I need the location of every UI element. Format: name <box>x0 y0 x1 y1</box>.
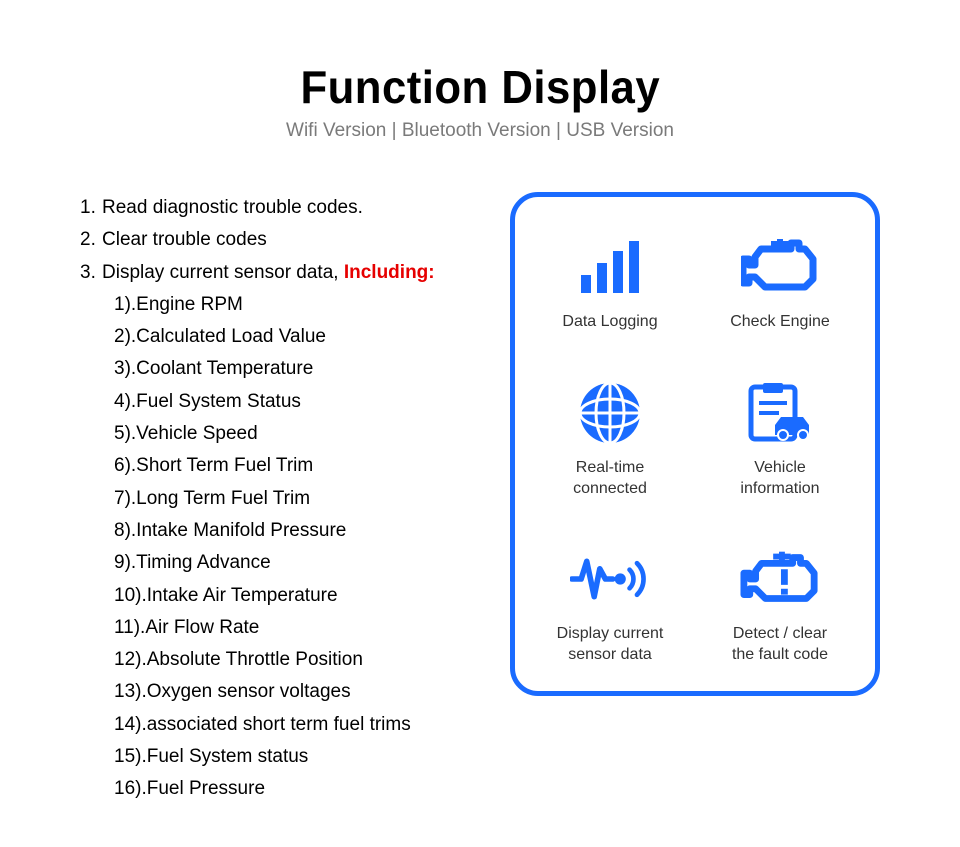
sub-item: 5).Vehicle Speed <box>114 418 490 450</box>
tile-label-line: connected <box>573 480 647 497</box>
bars-icon <box>570 232 650 302</box>
list-text: Read diagnostic trouble codes. <box>102 192 363 224</box>
list-item-2: 2. Clear trouble codes <box>80 224 490 256</box>
engine-warning-icon <box>740 544 820 614</box>
tile-label-line: sensor data <box>568 646 652 663</box>
list-text-plain: Display current sensor data, <box>102 262 344 283</box>
sub-item: 16).Fuel Pressure <box>114 773 490 805</box>
globe-icon <box>570 378 650 448</box>
sub-item: 9).Timing Advance <box>114 547 490 579</box>
list-item-3: 3. Display current sensor data, Includin… <box>80 257 490 289</box>
tile-data-logging: Data Logging <box>530 232 690 333</box>
list-num: 2. <box>80 224 102 256</box>
sub-item: 12).Absolute Throttle Position <box>114 644 490 676</box>
sub-item: 6).Short Term Fuel Trim <box>114 450 490 482</box>
tile-label: Real-time connected <box>573 458 647 500</box>
list-item-1: 1. Read diagnostic trouble codes. <box>80 192 490 224</box>
sub-item: 10).Intake Air Temperature <box>114 580 490 612</box>
page: Function Display Wifi Version | Bluetoot… <box>0 0 960 847</box>
tile-label-line: Display current <box>557 625 664 642</box>
tile-label: Vehicle information <box>740 458 819 500</box>
page-subtitle: Wifi Version | Bluetooth Version | USB V… <box>0 120 960 142</box>
tile-label: Data Logging <box>562 312 657 333</box>
feature-card: Data Logging Check Engine <box>510 192 880 696</box>
tile-label-line: Vehicle <box>754 459 806 476</box>
tile-label: Detect / clear the fault code <box>732 624 828 666</box>
function-list: 1. Read diagnostic trouble codes. 2. Cle… <box>80 192 490 806</box>
tile-label-line: the fault code <box>732 646 828 663</box>
tile-sensor-data: Display current sensor data <box>530 544 690 666</box>
tile-label-line: Real-time <box>576 459 644 476</box>
sensor-sublist: 1).Engine RPM 2).Calculated Load Value 3… <box>114 289 490 806</box>
sub-item: 13).Oxygen sensor voltages <box>114 676 490 708</box>
page-title: Function Display <box>300 60 660 114</box>
including-highlight: Including: <box>344 262 435 283</box>
list-num: 3. <box>80 257 102 289</box>
feature-grid: Data Logging Check Engine <box>530 232 860 666</box>
sub-item: 1).Engine RPM <box>114 289 490 321</box>
tile-label-line: information <box>740 480 819 497</box>
tile-check-engine: Check Engine <box>700 232 860 333</box>
tile-label-line: Detect / clear <box>733 625 827 642</box>
tile-vehicle-info: Vehicle information <box>700 378 860 500</box>
tile-label: Check Engine <box>730 312 830 333</box>
header: Function Display Wifi Version | Bluetoot… <box>0 60 960 142</box>
sub-item: 4).Fuel System Status <box>114 386 490 418</box>
sub-item: 2).Calculated Load Value <box>114 321 490 353</box>
clipboard-car-icon <box>740 378 820 448</box>
sub-item: 15).Fuel System status <box>114 741 490 773</box>
tile-label: Display current sensor data <box>557 624 664 666</box>
sub-item: 14).associated short term fuel trims <box>114 709 490 741</box>
list-text: Clear trouble codes <box>102 224 267 256</box>
tile-fault-code: Detect / clear the fault code <box>700 544 860 666</box>
tile-realtime: Real-time connected <box>530 378 690 500</box>
pulse-signal-icon <box>570 544 650 614</box>
feature-panel: Data Logging Check Engine <box>510 192 880 806</box>
list-text: Display current sensor data, Including: <box>102 257 435 289</box>
content-row: 1. Read diagnostic trouble codes. 2. Cle… <box>0 192 960 806</box>
list-num: 1. <box>80 192 102 224</box>
engine-icon <box>740 232 820 302</box>
sub-item: 11).Air Flow Rate <box>114 612 490 644</box>
sub-item: 7).Long Term Fuel Trim <box>114 483 490 515</box>
sub-item: 8).Intake Manifold Pressure <box>114 515 490 547</box>
sub-item: 3).Coolant Temperature <box>114 353 490 385</box>
